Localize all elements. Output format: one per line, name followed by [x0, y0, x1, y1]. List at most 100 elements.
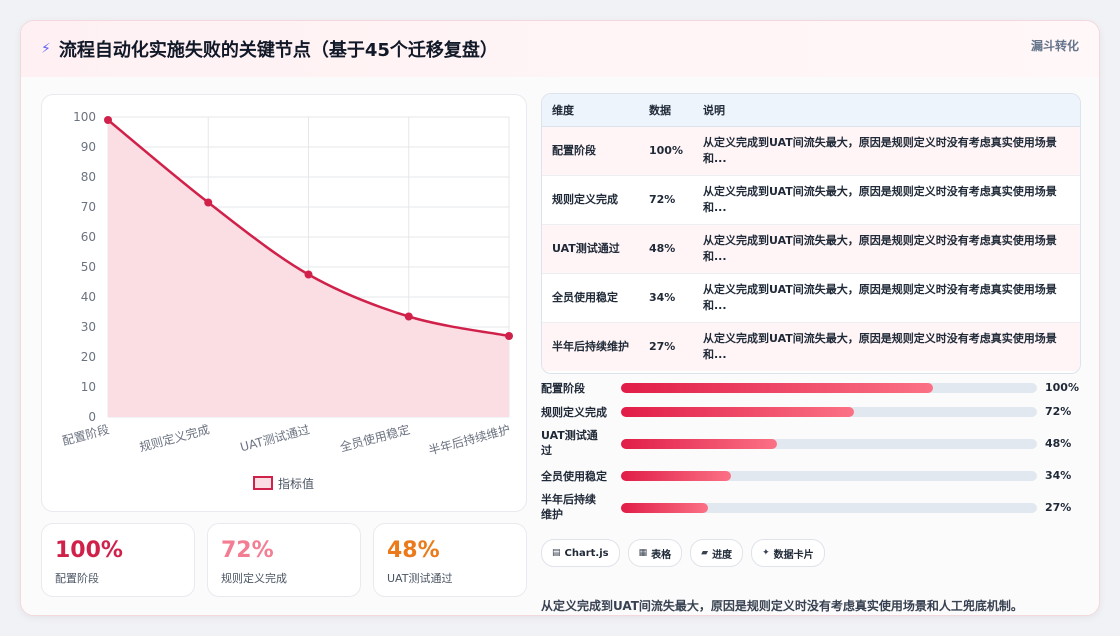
y-tick-label: 10	[81, 380, 96, 394]
x-tick-label: 半年后持续维护	[427, 421, 512, 457]
title-wrap: ⚡ 流程自动化实施失败的关键节点（基于45个迁移复盘）	[41, 36, 498, 62]
chip-label: 进度	[712, 549, 733, 561]
table-row: 全员使用稳定 34% 从定义完成到UAT间流失最大，原因是规则定义时没有考虑真实使用…	[542, 273, 1080, 323]
chip-chart[interactable]: ▤ Chart.js	[541, 539, 620, 567]
legend-label: 指标值	[278, 476, 314, 491]
kpi-card: 72% 规则定义完成	[207, 523, 361, 597]
kpi-value: 48%	[387, 538, 440, 563]
table-cell: 48%	[639, 224, 693, 274]
table-body: 配置阶段 100% 从定义完成到UAT间流失最大，原因是规则定义时没有考虑真实使用场…	[542, 126, 1080, 371]
kpi-card: 100% 配置阶段	[41, 523, 195, 597]
kpi-label: 规则定义完成	[221, 572, 287, 585]
progress-label: 规则定义完成	[541, 406, 607, 419]
progress-value: 34%	[1045, 469, 1072, 482]
table-cell: 从定义完成到UAT间流失最大，原因是规则定义时没有考虑真实使用场景和...	[692, 322, 1080, 371]
progress-value: 48%	[1045, 437, 1072, 450]
card-icon: ✦	[762, 548, 770, 558]
chip-label: 数据卡片	[773, 549, 814, 561]
chip-card[interactable]: ✦ 数据卡片	[751, 539, 825, 567]
y-tick-label: 60	[81, 230, 96, 244]
dashboard-card: ⚡ 流程自动化实施失败的关键节点（基于45个迁移复盘） 漏斗转化 0 10 20 30…	[20, 20, 1100, 616]
content: 0 10 20 30 40 50 60 70 80 90 100 配置阶段 规则定义完成 UAT测试通过全…	[21, 77, 1099, 615]
progress-value: 72%	[1045, 405, 1072, 418]
data-point	[304, 270, 313, 279]
data-table: 维度 数据 说明 配置阶段 100% 从定义完成到UAT间流失最大，原因是规则定义时没有…	[541, 93, 1081, 374]
progress-row: 半年后持续维护 27%	[541, 493, 1079, 533]
chip-table[interactable]: ▦ 表格	[627, 539, 683, 567]
y-tick-label: 20	[81, 350, 96, 364]
table-header-cell: 说明	[692, 94, 1080, 127]
chip-progress[interactable]: ▰ 进度	[690, 539, 744, 567]
table-cell: 27%	[639, 322, 693, 371]
summary-text: 从定义完成到UAT间流失最大，原因是规则定义时没有考虑真实使用场景和人工兜底机制…	[541, 599, 1023, 613]
progress-fill	[621, 407, 854, 417]
table-cell: 72%	[639, 175, 693, 225]
progress-track	[621, 407, 1037, 417]
table-cell: 从定义完成到UAT间流失最大，原因是规则定义时没有考虑真实使用场景和...	[692, 224, 1080, 274]
table-row: UAT测试通过 48% 从定义完成到UAT间流失最大，原因是规则定义时没有考虑真实使…	[542, 224, 1080, 274]
chip-label: 表格	[651, 549, 672, 561]
kpi-label: 配置阶段	[55, 572, 99, 585]
table-row: 半年后持续维护 27% 从定义完成到UAT间流失最大，原因是规则定义时没有考虑真实使…	[542, 322, 1080, 371]
progress-value: 100%	[1045, 381, 1079, 394]
data-point	[505, 332, 513, 340]
x-tick-label: 全员使用稳定	[338, 421, 411, 454]
table-cell: 配置阶段	[542, 126, 639, 176]
progress-fill	[621, 439, 777, 449]
table-cell: 100%	[639, 126, 693, 176]
zap-icon: ⚡	[41, 41, 51, 57]
progress-label: 半年后持续维护	[541, 493, 596, 521]
x-tick-label: 规则定义完成	[138, 421, 211, 454]
y-tick-label: 0	[88, 410, 96, 424]
table-header-cell: 维度	[542, 94, 639, 127]
progress-track	[621, 503, 1037, 513]
kpi-label: UAT测试通过	[387, 572, 453, 585]
x-tick-label: UAT测试通过	[238, 421, 311, 454]
x-tick-label: 配置阶段	[61, 421, 111, 448]
progress-label: 全员使用稳定	[541, 470, 607, 483]
progress-fill	[621, 503, 709, 513]
table-header-cell: 数据	[639, 94, 693, 127]
progress-fill	[621, 383, 933, 393]
legend-swatch	[253, 476, 273, 490]
y-tick-label: 100	[73, 110, 96, 124]
kpi-card: 48% UAT测试通过	[373, 523, 527, 597]
kpi-value: 100%	[55, 538, 123, 563]
progress-track	[621, 383, 1037, 393]
table-cell: 从定义完成到UAT间流失最大，原因是规则定义时没有考虑真实使用场景和...	[692, 273, 1080, 323]
table-cell: UAT测试通过	[542, 224, 639, 274]
data-point	[204, 198, 213, 207]
y-tick-label: 80	[81, 170, 96, 184]
table-row: 规则定义完成 72% 从定义完成到UAT间流失最大，原因是规则定义时没有考虑真实使用…	[542, 175, 1080, 225]
chart-icon: ▤	[552, 548, 561, 558]
table-cell: 半年后持续维护	[542, 322, 639, 371]
chart-panel: 0 10 20 30 40 50 60 70 80 90 100 配置阶段 规则定义完成 UAT测试通过全…	[41, 94, 527, 512]
data-point	[104, 116, 112, 124]
data-point	[404, 312, 413, 321]
progress-value: 27%	[1045, 501, 1072, 514]
progress-icon: ▰	[701, 548, 709, 558]
table-cell: 从定义完成到UAT间流失最大，原因是规则定义时没有考虑真实使用场景和...	[692, 175, 1080, 225]
tech-chips: ▤ Chart.js ▦ 表格 ▰ 进度 ✦ 数据卡片	[541, 539, 825, 567]
table-cell: 规则定义完成	[542, 175, 639, 225]
table-cell: 从定义完成到UAT间流失最大，原因是规则定义时没有考虑真实使用场景和...	[692, 126, 1080, 176]
progress-track	[621, 471, 1037, 481]
page-title: 流程自动化实施失败的关键节点（基于45个迁移复盘）	[58, 40, 498, 61]
table-header-row: 维度 数据 说明	[542, 94, 1080, 127]
area-chart: 0 10 20 30 40 50 60 70 80 90 100 配置阶段 规则定义完成 UAT测试通过全…	[61, 110, 513, 491]
y-tick-label: 40	[81, 290, 96, 304]
y-tick-label: 50	[81, 260, 96, 274]
table-cell: 34%	[639, 273, 693, 323]
progress-row: UAT测试通过 48%	[541, 429, 1079, 469]
progress-fill	[621, 471, 732, 481]
chip-label: Chart.js	[564, 547, 609, 559]
y-tick-label: 90	[81, 140, 96, 154]
progress-track	[621, 439, 1037, 449]
chart-type-tag: 漏斗转化	[1030, 39, 1079, 53]
table-icon: ▦	[638, 548, 648, 558]
y-tick-label: 70	[81, 200, 96, 214]
table-row: 配置阶段 100% 从定义完成到UAT间流失最大，原因是规则定义时没有考虑真实使用场…	[542, 126, 1080, 176]
y-tick-label: 30	[81, 320, 96, 334]
header: ⚡ 流程自动化实施失败的关键节点（基于45个迁移复盘） 漏斗转化	[21, 21, 1099, 78]
table-cell: 全员使用稳定	[542, 273, 639, 323]
